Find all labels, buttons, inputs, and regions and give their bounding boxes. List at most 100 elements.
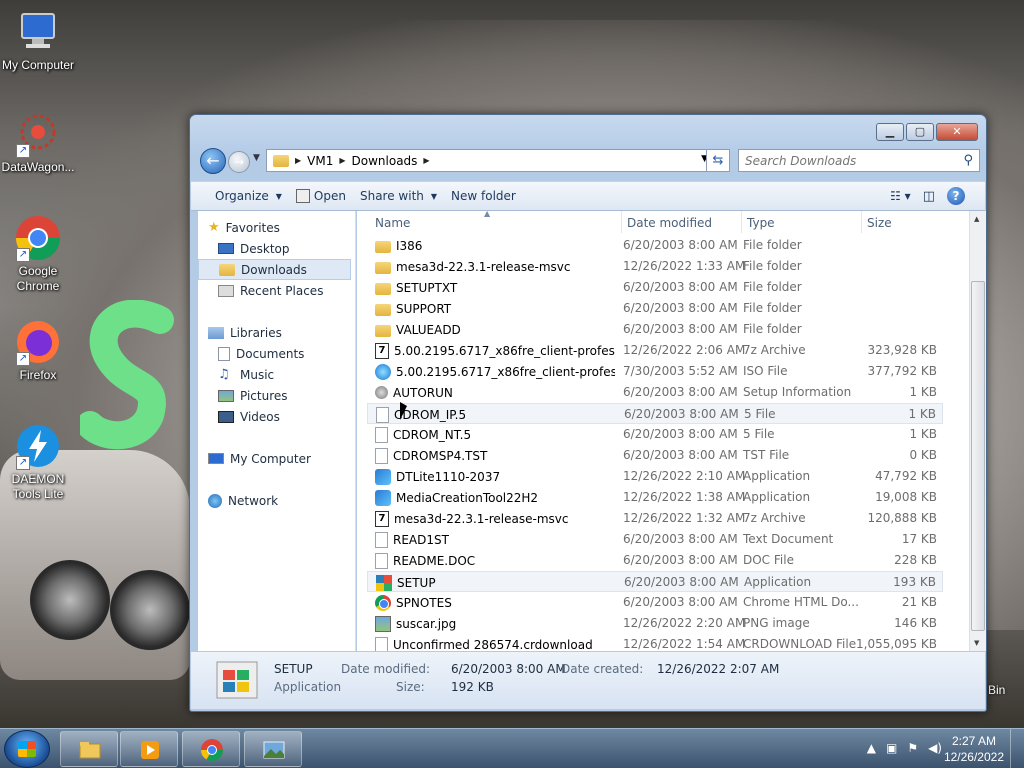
forward-button[interactable]: → (228, 151, 250, 173)
nav-network[interactable]: Network (198, 490, 355, 511)
file-row[interactable]: CDROM_IP.5 6/20/2003 8:00 AM 5 File 1 KB (367, 403, 943, 424)
file-name: SETUP (397, 575, 436, 590)
column-size[interactable]: Size (867, 216, 892, 230)
desktop-icon-firefox[interactable]: ↗ Firefox (0, 318, 76, 383)
file-type: 5 File (743, 427, 775, 441)
nav-recent-places[interactable]: Recent Places (198, 280, 355, 301)
music-icon: ♫ (218, 367, 230, 382)
column-divider[interactable] (621, 211, 622, 233)
search-input[interactable] (745, 151, 955, 171)
change-view-button[interactable]: ☷ ▾ (890, 189, 911, 203)
file-size: 1 KB (909, 427, 937, 441)
address-bar[interactable]: ▶ VM1 ▶ Downloads ▶ ▼ (266, 149, 713, 172)
search-icon[interactable]: ⚲ (963, 153, 973, 168)
file-name: VALUEADD (396, 322, 461, 337)
file-row[interactable]: CDROM_NT.5 6/20/2003 8:00 AM 5 File 1 KB (367, 424, 943, 445)
file-row[interactable]: SPNOTES 6/20/2003 8:00 AM Chrome HTML Do..… (367, 592, 943, 613)
column-type[interactable]: Type (747, 216, 775, 230)
file-row[interactable]: SETUP 6/20/2003 8:00 AM Application 193 KB (367, 571, 943, 592)
close-button[interactable]: ✕ (936, 123, 978, 141)
nav-videos[interactable]: Videos (198, 406, 355, 427)
nav-libraries[interactable]: Libraries (198, 322, 355, 343)
file-date: 12/26/2022 2:06 AM (623, 343, 746, 357)
file-row[interactable]: MediaCreationTool22H2 12/26/2022 1:38 AM A… (367, 487, 943, 508)
breadcrumb-separator-icon[interactable]: ▶ (423, 156, 429, 165)
nav-desktop[interactable]: Desktop (198, 238, 355, 259)
nav-downloads[interactable]: Downloads (198, 259, 351, 280)
show-desktop-button[interactable] (1010, 729, 1024, 768)
clock[interactable]: 2:27 AM 12/26/2022 (944, 733, 1004, 765)
start-button[interactable] (4, 730, 50, 768)
recycle-bin-label[interactable]: Bin (988, 683, 1005, 697)
file-name-cell: SETUP (376, 573, 616, 592)
action-center-icon[interactable]: ⚑ (907, 741, 918, 755)
new-folder-button[interactable]: New folder (449, 183, 528, 209)
file-row[interactable]: 5.00.2195.6717_x86fre_client-professiona… (367, 361, 943, 382)
refresh-button[interactable]: ⇆ (706, 149, 730, 172)
file-row[interactable]: mesa3d-22.3.1-release-msvc 12/26/2022 1:3… (367, 256, 943, 277)
taskbar-explorer[interactable] (60, 731, 118, 767)
column-divider[interactable] (741, 211, 742, 233)
column-divider[interactable] (861, 211, 862, 233)
file-name-cell: I386 (375, 236, 615, 255)
breadcrumb-downloads[interactable]: Downloads (352, 154, 418, 168)
column-name[interactable]: Name (375, 216, 410, 230)
nav-favorites[interactable]: ★ Favorites (198, 217, 355, 238)
scroll-down-icon[interactable]: ▼ (974, 639, 979, 647)
volume-icon[interactable]: ◀) (928, 741, 942, 755)
desktop-icon-daemon-tools[interactable]: ↗ DAEMON Tools Lite (0, 422, 76, 502)
breadcrumb-separator-icon[interactable]: ▶ (339, 156, 345, 165)
file-size: 377,792 KB (867, 364, 937, 378)
back-button[interactable]: ← (200, 148, 226, 174)
file-row[interactable]: SETUPTXT 6/20/2003 8:00 AM File folder (367, 277, 943, 298)
maximize-button[interactable]: ▢ (906, 123, 934, 141)
network-status-icon[interactable]: ▣ (886, 741, 897, 755)
file-type: File folder (743, 322, 802, 336)
taskbar-image-viewer[interactable] (244, 731, 302, 767)
file-row[interactable]: I386 6/20/2003 8:00 AM File folder (367, 235, 943, 256)
file-row[interactable]: CDROMSP4.TST 6/20/2003 8:00 AM TST File 0 K… (367, 445, 943, 466)
breadcrumb-separator-icon[interactable]: ▶ (295, 156, 301, 165)
file-row[interactable]: AUTORUN 6/20/2003 8:00 AM Setup Informatio… (367, 382, 943, 403)
nav-music[interactable]: ♫ Music (198, 364, 355, 385)
file-name: mesa3d-22.3.1-release-msvc (394, 511, 569, 526)
document-icon (375, 447, 388, 464)
desktop-icon-my-computer[interactable]: My Computer (0, 8, 76, 73)
file-row[interactable]: README.DOC 6/20/2003 8:00 AM DOC File 228 K… (367, 550, 943, 571)
file-name-cell: DTLite1110-2037 (375, 467, 615, 486)
file-row[interactable]: 7 5.00.2195.6717_x86fre_client-profession… (367, 340, 943, 361)
file-row[interactable]: suscar.jpg 12/26/2022 2:20 AM PNG image 146… (367, 613, 943, 634)
refresh-icon: ⇆ (712, 153, 724, 168)
file-row[interactable]: VALUEADD 6/20/2003 8:00 AM File folder (367, 319, 943, 340)
taskbar-media-player[interactable] (120, 731, 178, 767)
file-type: 5 File (744, 407, 776, 421)
share-with-button[interactable]: Share with ▼ (358, 183, 449, 209)
nav-my-computer[interactable]: My Computer (198, 448, 355, 469)
daemon-tools-icon: ↗ (14, 422, 62, 470)
show-hidden-icons-icon[interactable]: ▲ (867, 741, 876, 755)
folder-icon (375, 303, 391, 316)
file-row[interactable]: SUPPORT 6/20/2003 8:00 AM File folder (367, 298, 943, 319)
desktop-icon-datawagon[interactable]: ↗ DataWagon... (0, 110, 76, 175)
open-button[interactable]: Open (294, 183, 358, 209)
taskbar: ▲ ▣ ⚑ ◀) 2:27 AM 12/26/2022 (0, 728, 1024, 768)
recent-pages-dropdown[interactable]: ▼ (253, 153, 260, 163)
column-date-modified[interactable]: Date modified (627, 216, 712, 230)
taskbar-chrome[interactable] (182, 731, 240, 767)
file-row[interactable]: DTLite1110-2037 12/26/2022 2:10 AM Applica… (367, 466, 943, 487)
file-row[interactable]: READ1ST 6/20/2003 8:00 AM Text Document 17 … (367, 529, 943, 550)
nav-documents[interactable]: Documents (198, 343, 355, 364)
scrollbar-thumb[interactable] (971, 281, 985, 631)
scroll-up-icon[interactable]: ▲ (974, 215, 979, 223)
vertical-scrollbar[interactable]: ▲ ▼ (969, 211, 986, 651)
view-controls: ☷ ▾ ◫ ? (890, 187, 965, 205)
organize-button[interactable]: Organize ▼ (213, 183, 294, 209)
preview-pane-button[interactable]: ◫ (923, 189, 935, 204)
file-row[interactable]: 7 mesa3d-22.3.1-release-msvc 12/26/2022 1:… (367, 508, 943, 529)
breadcrumb-vm1[interactable]: VM1 (307, 154, 333, 168)
minimize-button[interactable]: ▁ (876, 123, 904, 141)
desktop-icon-google-chrome[interactable]: ↗ Google Chrome (0, 214, 76, 294)
search-box[interactable]: ⚲ (738, 149, 980, 172)
help-button[interactable]: ? (947, 187, 965, 205)
nav-pictures[interactable]: Pictures (198, 385, 355, 406)
